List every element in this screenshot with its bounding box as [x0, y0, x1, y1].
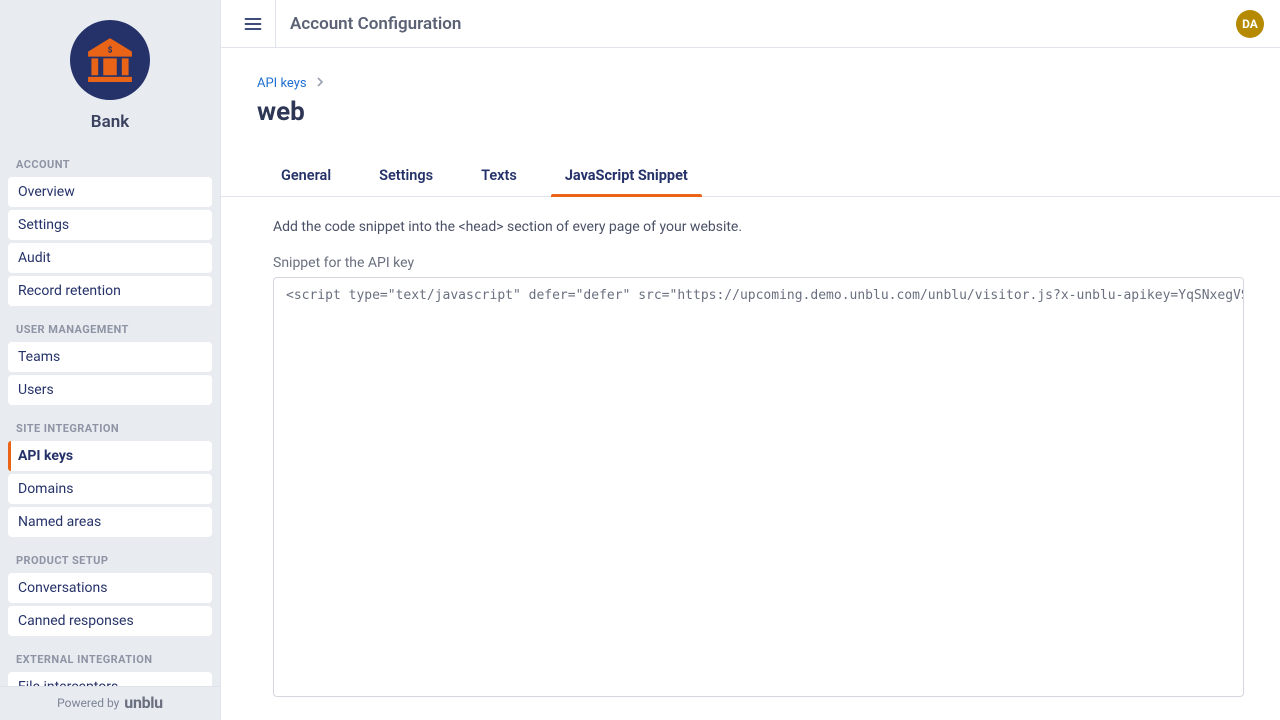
sidebar-item-overview[interactable]: Overview [8, 177, 212, 207]
sidebar-section-user-management: USER MANAGEMENT Teams Users [0, 313, 220, 412]
topbar-divider [275, 0, 276, 48]
org-name: Bank [91, 112, 129, 132]
bank-icon: $ [83, 33, 137, 87]
sidebar-item-audit[interactable]: Audit [8, 243, 212, 273]
sidebar-item-settings[interactable]: Settings [8, 210, 212, 240]
section-title: ACCOUNT [8, 158, 212, 177]
footer-brand: unblu [124, 693, 163, 712]
svg-text:$: $ [108, 44, 113, 55]
page-title: web [257, 97, 1244, 127]
sidebar: $ Bank ACCOUNT Overview Settings Audit R… [0, 0, 220, 720]
sidebar-item-teams[interactable]: Teams [8, 342, 212, 372]
sidebar-item-users[interactable]: Users [8, 375, 212, 405]
main: Account Configuration DA API keys web Ge… [220, 0, 1280, 720]
snippet-textarea[interactable] [273, 277, 1244, 697]
menu-toggle-button[interactable] [237, 8, 269, 40]
hamburger-icon [243, 14, 263, 34]
section-title: USER MANAGEMENT [8, 323, 212, 342]
tab-general[interactable]: General [257, 157, 355, 196]
sidebar-section-product-setup: PRODUCT SETUP Conversations Canned respo… [0, 544, 220, 643]
snippet-field-label: Snippet for the API key [273, 255, 1244, 271]
sidebar-section-external-integration: EXTERNAL INTEGRATION File interceptors [0, 643, 220, 686]
sidebar-item-domains[interactable]: Domains [8, 474, 212, 504]
sidebar-item-file-interceptors[interactable]: File interceptors [8, 672, 212, 686]
tab-content: Add the code snippet into the <head> sec… [221, 197, 1280, 720]
chevron-right-icon [315, 76, 325, 91]
breadcrumb: API keys [257, 76, 1244, 91]
page-head: API keys web [221, 48, 1280, 127]
sidebar-footer: Powered by unblu [0, 686, 220, 720]
section-title: PRODUCT SETUP [8, 554, 212, 573]
breadcrumb-parent-link[interactable]: API keys [257, 76, 307, 91]
instructions-text: Add the code snippet into the <head> sec… [273, 219, 1244, 235]
sidebar-item-record-retention[interactable]: Record retention [8, 276, 212, 306]
topbar-title: Account Configuration [290, 14, 1236, 34]
sidebar-header: $ Bank [0, 0, 220, 148]
sidebar-section-site-integration: SITE INTEGRATION API keys Domains Named … [0, 412, 220, 544]
tab-javascript-snippet[interactable]: JavaScript Snippet [541, 157, 712, 196]
section-title: EXTERNAL INTEGRATION [8, 653, 212, 672]
sidebar-nav: ACCOUNT Overview Settings Audit Record r… [0, 148, 220, 686]
org-logo: $ [70, 20, 150, 100]
tabs: General Settings Texts JavaScript Snippe… [221, 157, 1280, 197]
section-title: SITE INTEGRATION [8, 422, 212, 441]
tab-texts[interactable]: Texts [457, 157, 541, 196]
sidebar-item-conversations[interactable]: Conversations [8, 573, 212, 603]
tab-settings[interactable]: Settings [355, 157, 457, 196]
sidebar-section-account: ACCOUNT Overview Settings Audit Record r… [0, 148, 220, 313]
sidebar-item-api-keys[interactable]: API keys [8, 441, 212, 471]
topbar: Account Configuration DA [221, 0, 1280, 48]
user-avatar[interactable]: DA [1236, 10, 1264, 38]
footer-prefix: Powered by [57, 696, 119, 710]
sidebar-item-canned-responses[interactable]: Canned responses [8, 606, 212, 636]
sidebar-item-named-areas[interactable]: Named areas [8, 507, 212, 537]
page: API keys web General Settings Texts Java… [221, 48, 1280, 720]
